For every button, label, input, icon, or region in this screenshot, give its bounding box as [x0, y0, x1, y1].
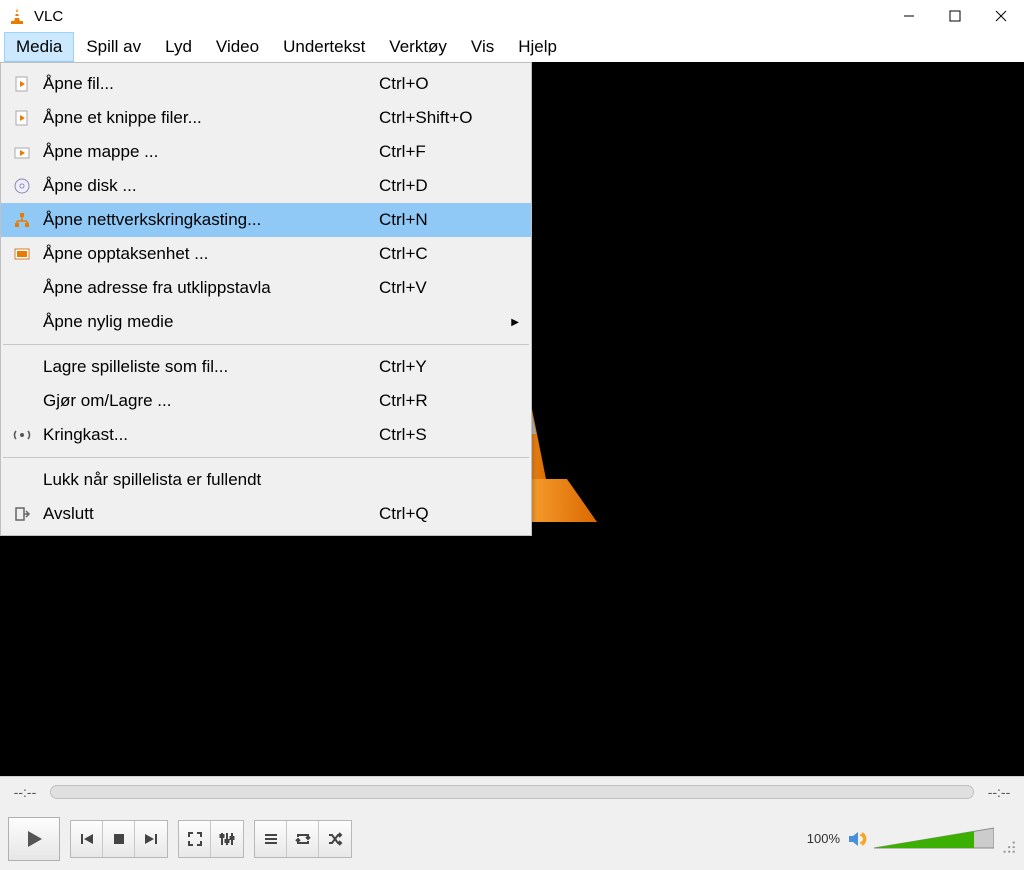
vlc-cone-icon: [8, 7, 26, 25]
fullscreen-button[interactable]: [179, 821, 211, 857]
network-icon: [1, 211, 43, 229]
menubar: Media Spill av Lyd Video Undertekst Verk…: [0, 32, 1024, 62]
previous-button[interactable]: [71, 821, 103, 857]
menu-item-save-playlist[interactable]: Lagre spilleliste som fil... Ctrl+Y: [1, 350, 531, 384]
menu-hjelp[interactable]: Hjelp: [506, 32, 569, 62]
loop-button[interactable]: [287, 821, 319, 857]
volume-slider[interactable]: [874, 826, 994, 852]
next-button[interactable]: [135, 821, 167, 857]
menu-spill-av[interactable]: Spill av: [74, 32, 153, 62]
disc-icon: [1, 177, 43, 195]
menu-item-open-disc[interactable]: Åpne disk ... Ctrl+D: [1, 169, 531, 203]
resize-grip-icon[interactable]: [1000, 838, 1016, 854]
media-dropdown: Åpne fil... Ctrl+O Åpne et knippe filer.…: [0, 62, 532, 536]
minimize-button[interactable]: [886, 0, 932, 32]
menu-item-stream[interactable]: Kringkast... Ctrl+S: [1, 418, 531, 452]
shuffle-button[interactable]: [319, 821, 351, 857]
menu-lyd[interactable]: Lyd: [153, 32, 204, 62]
menu-undertekst[interactable]: Undertekst: [271, 32, 377, 62]
playlist-button[interactable]: [255, 821, 287, 857]
volume-label: 100%: [807, 831, 840, 846]
menu-item-open-multiple[interactable]: Åpne et knippe filer... Ctrl+Shift+O: [1, 101, 531, 135]
menu-item-convert-save[interactable]: Gjør om/Lagre ... Ctrl+R: [1, 384, 531, 418]
time-total: --:--: [982, 784, 1016, 800]
window-title: VLC: [34, 8, 63, 25]
quit-icon: [1, 505, 43, 523]
play-button[interactable]: [8, 817, 60, 861]
capture-icon: [1, 245, 43, 263]
menu-item-open-network-stream[interactable]: Åpne nettverkskringkasting... Ctrl+N: [1, 203, 531, 237]
menu-separator: [3, 457, 529, 458]
stop-button[interactable]: [103, 821, 135, 857]
time-elapsed: --:--: [8, 784, 42, 800]
menu-item-open-recent[interactable]: Åpne nylig medie ▶: [1, 305, 531, 339]
close-button[interactable]: [978, 0, 1024, 32]
menu-item-open-capture-device[interactable]: Åpne opptaksenhet ... Ctrl+C: [1, 237, 531, 271]
file-play-icon: [1, 109, 43, 127]
speaker-icon[interactable]: [846, 828, 868, 850]
maximize-button[interactable]: [932, 0, 978, 32]
menu-item-open-clipboard[interactable]: Åpne adresse fra utklippstavla Ctrl+V: [1, 271, 531, 305]
menu-video[interactable]: Video: [204, 32, 271, 62]
menu-item-quit[interactable]: Avslutt Ctrl+Q: [1, 497, 531, 531]
submenu-arrow-icon: ▶: [511, 317, 519, 328]
menu-item-quit-after-playlist[interactable]: Lukk når spillelista er fullendt: [1, 463, 531, 497]
menu-item-open-folder[interactable]: Åpne mappe ... Ctrl+F: [1, 135, 531, 169]
stream-icon: [1, 426, 43, 444]
controls-bar: --:-- --:--: [0, 776, 1024, 870]
folder-play-icon: [1, 143, 43, 161]
extended-settings-button[interactable]: [211, 821, 243, 857]
menu-media[interactable]: Media: [4, 32, 74, 62]
menu-separator: [3, 344, 529, 345]
menu-verktoy[interactable]: Verktøy: [377, 32, 459, 62]
titlebar: VLC: [0, 0, 1024, 32]
menu-vis[interactable]: Vis: [459, 32, 506, 62]
menu-item-open-file[interactable]: Åpne fil... Ctrl+O: [1, 67, 531, 101]
seek-slider[interactable]: [50, 785, 974, 799]
file-icon: [1, 75, 43, 93]
